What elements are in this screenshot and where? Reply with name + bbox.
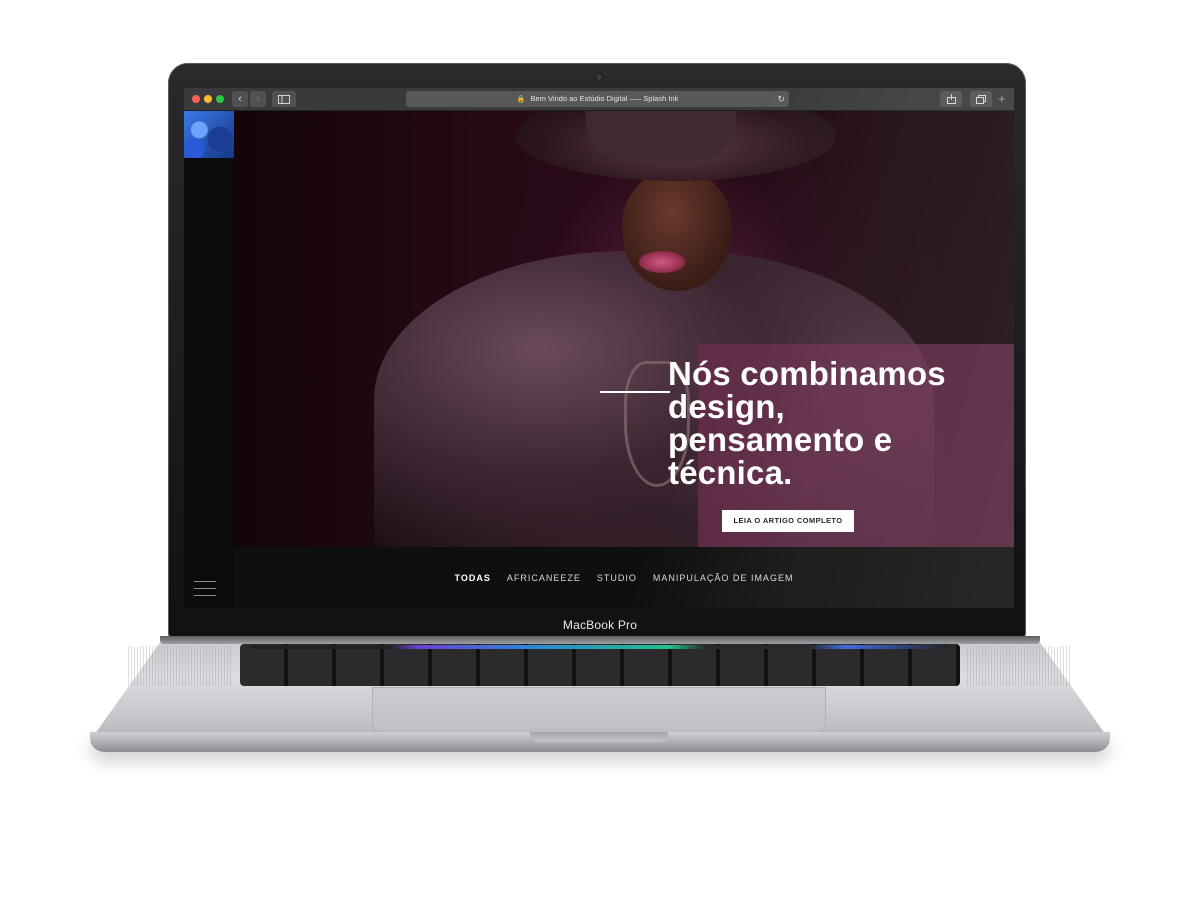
- hamburger-icon[interactable]: [194, 581, 216, 599]
- headline-line: Nós combinamos: [668, 355, 946, 392]
- device-label: MacBook Pro: [562, 618, 638, 632]
- share-icon: [946, 94, 956, 104]
- laptop-hinge: [160, 636, 1040, 644]
- browser-toolbar: ‹ › 🔒 Bem Vindo ao Estúdio Digital —– Sp…: [184, 88, 1014, 111]
- headline-line: pensamento e: [668, 421, 893, 458]
- keyboard: [240, 644, 960, 686]
- tabs-icon: [976, 94, 986, 104]
- sidebar-icon: [278, 94, 290, 104]
- hero-photo-hat-crown: [586, 111, 736, 161]
- headline-line: técnica.: [668, 454, 793, 491]
- hero-photo-face: [622, 171, 732, 291]
- hero-banner: Nós combinamos design, pensamento e técn…: [234, 111, 1014, 547]
- back-button[interactable]: ‹: [232, 91, 248, 107]
- camera-icon: [596, 74, 602, 80]
- right-speaker-grille: [967, 646, 1072, 686]
- new-tab-button[interactable]: +: [998, 91, 1006, 107]
- read-article-button[interactable]: LEIA O ARTIGO COMPLETO: [722, 510, 854, 532]
- hero-accent-line: [600, 391, 670, 393]
- trackpad: [373, 688, 825, 732]
- close-window-button[interactable]: [192, 95, 200, 103]
- forward-button[interactable]: ›: [250, 91, 266, 107]
- lock-icon: 🔒: [516, 96, 526, 103]
- hero-photo-lips: [639, 251, 685, 273]
- page-title: Bem Vindo ao Estúdio Digital —– Splash I…: [530, 94, 679, 103]
- category-image-manipulation[interactable]: MANIPULAÇÃO DE IMAGEM: [653, 573, 794, 583]
- laptop-screen: ‹ › 🔒 Bem Vindo ao Estúdio Digital —– Sp…: [184, 88, 1014, 608]
- address-bar[interactable]: 🔒 Bem Vindo ao Estúdio Digital —– Splash…: [406, 91, 789, 107]
- back-icon: ‹: [238, 93, 242, 105]
- share-button[interactable]: [940, 91, 962, 107]
- category-studio[interactable]: STUDIO: [597, 573, 637, 583]
- category-all[interactable]: TODAS: [455, 573, 491, 583]
- left-speaker-grille: [128, 646, 233, 686]
- minimize-window-button[interactable]: [204, 95, 212, 103]
- tab-overview-button[interactable]: [970, 91, 992, 107]
- sidebar-toggle-button[interactable]: [272, 91, 296, 107]
- lid-open-notch: [530, 732, 668, 742]
- touch-bar: [250, 645, 950, 649]
- new-tab-icon: +: [998, 91, 1006, 106]
- category-africaneeze[interactable]: AFRICANEEZE: [507, 573, 581, 583]
- hero-headline: Nós combinamos design, pensamento e técn…: [668, 357, 1008, 489]
- side-rail: [184, 111, 234, 608]
- zoom-window-button[interactable]: [216, 95, 224, 103]
- web-page: Nós combinamos design, pensamento e técn…: [184, 111, 1014, 608]
- reload-icon[interactable]: ↻: [777, 91, 785, 107]
- category-nav: TODAS AFRICANEEZE STUDIO MANIPULAÇÃO DE …: [234, 547, 1014, 608]
- headline-line: design,: [668, 388, 785, 425]
- site-logo[interactable]: [184, 111, 235, 158]
- forward-icon: ›: [256, 93, 260, 105]
